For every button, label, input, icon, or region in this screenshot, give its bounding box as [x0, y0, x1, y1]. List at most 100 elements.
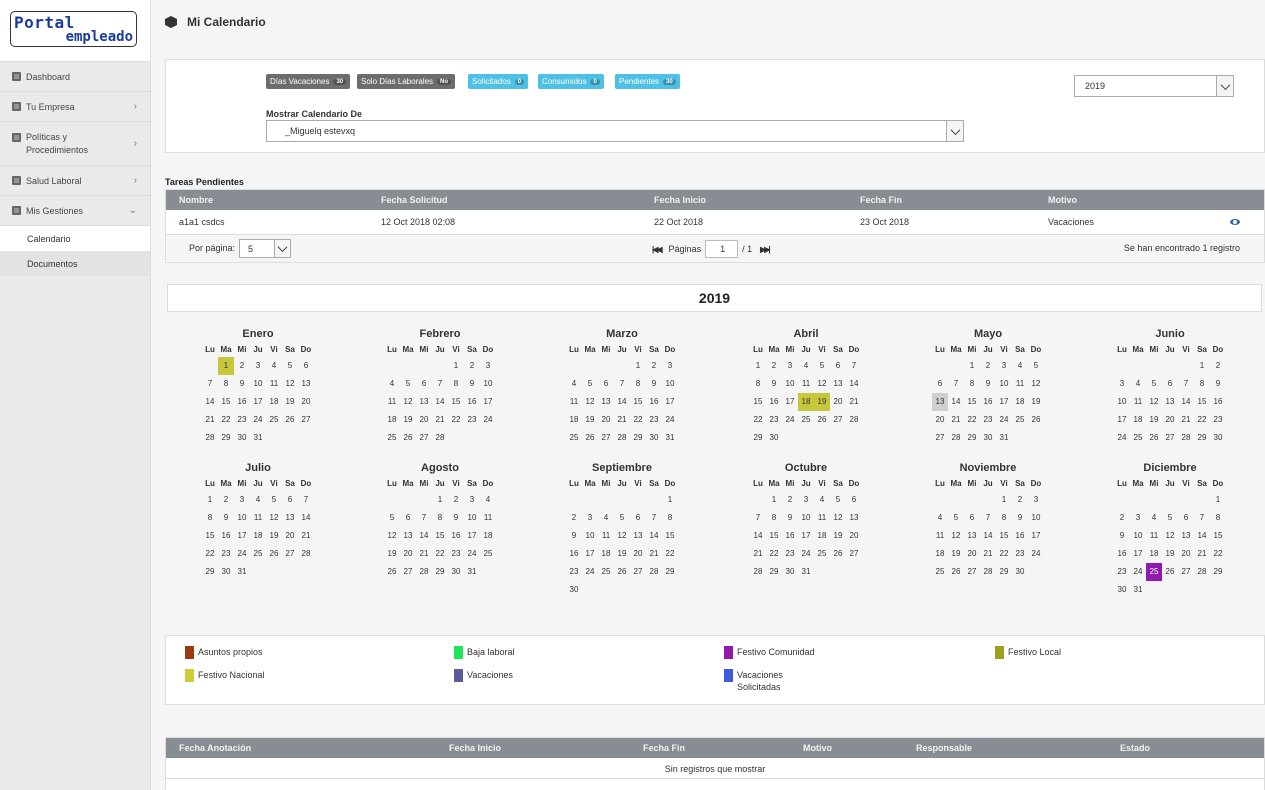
calendar-day[interactable]: 12 — [400, 393, 416, 411]
calendar-day[interactable]: 19 — [1162, 545, 1178, 563]
calendar-day[interactable]: 3 — [798, 491, 814, 509]
calendar-day[interactable]: 4 — [384, 375, 400, 393]
calendar-day[interactable]: 13 — [282, 509, 298, 527]
calendar-day[interactable]: 26 — [830, 545, 846, 563]
calendar-day[interactable]: 13 — [830, 375, 846, 393]
calendar-day[interactable]: 16 — [1114, 545, 1130, 563]
calendar-day[interactable]: 21 — [202, 411, 218, 429]
calendar-day[interactable]: 1 — [996, 491, 1012, 509]
calendar-day[interactable]: 31 — [996, 429, 1012, 447]
calendar-day[interactable]: 1 — [432, 491, 448, 509]
calendar-day[interactable]: 27 — [846, 545, 862, 563]
calendar-day[interactable]: 4 — [598, 509, 614, 527]
calendar-day[interactable]: 12 — [614, 527, 630, 545]
calendar-day[interactable]: 24 — [582, 563, 598, 581]
calendar-day[interactable]: 27 — [400, 563, 416, 581]
column-header[interactable]: Fecha Inicio — [654, 195, 706, 205]
calendar-day[interactable]: 22 — [432, 545, 448, 563]
calendar-day[interactable]: 17 — [582, 545, 598, 563]
calendar-day[interactable]: 15 — [1210, 527, 1226, 545]
calendar-day[interactable]: 11 — [1012, 375, 1028, 393]
calendar-day[interactable]: 4 — [250, 491, 266, 509]
calendar-day[interactable]: 7 — [846, 357, 862, 375]
calendar-day[interactable]: 3 — [464, 491, 480, 509]
calendar-day[interactable]: 11 — [1130, 393, 1146, 411]
calendar-day[interactable]: 11 — [1146, 527, 1162, 545]
calendar-day[interactable]: 7 — [750, 509, 766, 527]
calendar-day[interactable]: 29 — [218, 429, 234, 447]
calendar-day[interactable]: 17 — [480, 393, 496, 411]
calendar-day[interactable]: 15 — [662, 527, 678, 545]
calendar-day[interactable]: 21 — [846, 393, 862, 411]
calendar-day[interactable]: 20 — [598, 411, 614, 429]
calendar-day[interactable]: 8 — [202, 509, 218, 527]
calendar-day[interactable]: 23 — [234, 411, 250, 429]
calendar-day[interactable]: 27 — [282, 545, 298, 563]
first-page-icon[interactable]: |◀◀ — [652, 245, 662, 254]
calendar-day[interactable]: 17 — [662, 393, 678, 411]
calendar-day[interactable]: 22 — [630, 411, 646, 429]
calendar-day[interactable]: 13 — [1162, 393, 1178, 411]
calendar-day[interactable]: 24 — [1114, 429, 1130, 447]
calendar-day[interactable]: 10 — [1130, 527, 1146, 545]
calendar-day[interactable]: 1 — [964, 357, 980, 375]
calendar-day[interactable]: 20 — [846, 527, 862, 545]
calendar-day[interactable]: 5 — [1146, 375, 1162, 393]
calendar-day[interactable]: 23 — [646, 411, 662, 429]
calendar-day[interactable]: 11 — [566, 393, 582, 411]
calendar-day[interactable]: 12 — [948, 527, 964, 545]
calendar-day[interactable]: 5 — [1028, 357, 1044, 375]
calendar-day[interactable]: 17 — [234, 527, 250, 545]
column-header[interactable]: Motivo — [1048, 195, 1077, 205]
calendar-day[interactable]: 16 — [766, 393, 782, 411]
calendar-day[interactable]: 29 — [1210, 563, 1226, 581]
calendar-day[interactable]: 9 — [980, 375, 996, 393]
calendar-day[interactable]: 31 — [1130, 581, 1146, 599]
calendar-day[interactable]: 30 — [1012, 563, 1028, 581]
calendar-day[interactable]: 5 — [948, 509, 964, 527]
calendar-day[interactable]: 25 — [798, 411, 814, 429]
calendar-day[interactable]: 25 — [266, 411, 282, 429]
calendar-day[interactable]: 2 — [234, 357, 250, 375]
calendar-day[interactable]: 25 — [1012, 411, 1028, 429]
calendar-day[interactable]: 12 — [266, 509, 282, 527]
calendar-day[interactable]: 8 — [662, 509, 678, 527]
calendar-day[interactable]: 29 — [630, 429, 646, 447]
calendar-day[interactable]: 2 — [566, 509, 582, 527]
sidebar-item-politicas[interactable]: Políticas y Procedimientos › — [0, 122, 150, 166]
calendar-day[interactable]: 19 — [614, 545, 630, 563]
calendar-day[interactable]: 10 — [234, 509, 250, 527]
calendar-day[interactable]: 30 — [218, 563, 234, 581]
calendar-day[interactable]: 4 — [814, 491, 830, 509]
calendar-day[interactable]: 25 — [1146, 563, 1162, 581]
calendar-day[interactable]: 29 — [766, 563, 782, 581]
calendar-day[interactable]: 17 — [1028, 527, 1044, 545]
calendar-day[interactable]: 22 — [662, 545, 678, 563]
calendar-day[interactable]: 18 — [798, 393, 814, 411]
calendar-day[interactable]: 9 — [782, 509, 798, 527]
last-page-icon[interactable]: ▶▶| — [760, 245, 770, 254]
calendar-day[interactable]: 5 — [384, 509, 400, 527]
calendar-day[interactable]: 10 — [798, 509, 814, 527]
calendar-day[interactable]: 10 — [250, 375, 266, 393]
calendar-day[interactable]: 1 — [750, 357, 766, 375]
calendar-day[interactable]: 18 — [598, 545, 614, 563]
calendar-day[interactable]: 30 — [234, 429, 250, 447]
calendar-day[interactable]: 29 — [432, 563, 448, 581]
calendar-day[interactable]: 15 — [766, 527, 782, 545]
calendar-day[interactable]: 22 — [964, 411, 980, 429]
calendar-day[interactable]: 29 — [1194, 429, 1210, 447]
calendar-day[interactable]: 18 — [1146, 545, 1162, 563]
calendar-day[interactable]: 30 — [1210, 429, 1226, 447]
calendar-day[interactable]: 22 — [202, 545, 218, 563]
calendar-day[interactable]: 13 — [298, 375, 314, 393]
portal-empleado-logo[interactable]: Portal empleado — [10, 11, 137, 47]
calendar-day[interactable]: 28 — [750, 563, 766, 581]
calendar-day[interactable]: 10 — [480, 375, 496, 393]
calendar-day[interactable]: 8 — [630, 375, 646, 393]
calendar-day[interactable]: 24 — [250, 411, 266, 429]
calendar-day[interactable]: 4 — [566, 375, 582, 393]
calendar-day[interactable]: 11 — [932, 527, 948, 545]
calendar-day[interactable]: 6 — [846, 491, 862, 509]
calendar-day[interactable]: 29 — [202, 563, 218, 581]
